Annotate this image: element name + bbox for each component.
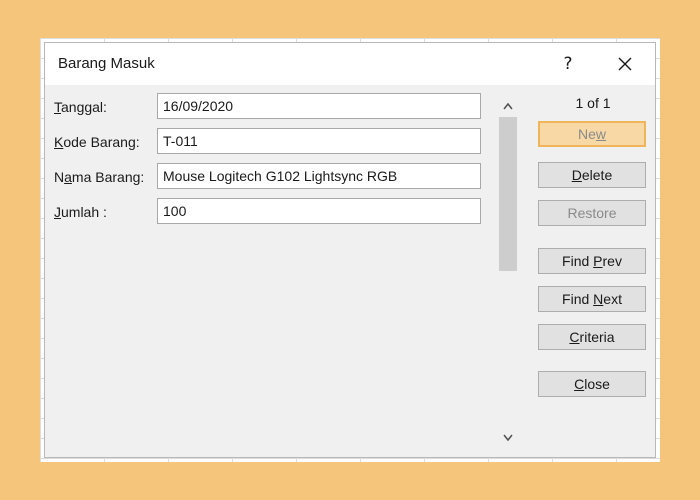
jumlah-label-mnemonic: J (54, 204, 61, 220)
criteria-button[interactable]: Criteria (538, 324, 646, 350)
nama-barang-label: Nama Barang: (54, 169, 144, 185)
find-prev-button-text-end: rev (602, 253, 622, 269)
nama-barang-field[interactable]: Mouse Logitech G102 Lightsync RGB (157, 163, 481, 189)
chevron-down-icon[interactable] (497, 429, 519, 447)
scroll-thumb[interactable] (499, 117, 517, 271)
find-prev-button-text: Find (562, 253, 594, 269)
nama-barang-label-prefix: N (54, 169, 65, 185)
delete-button-text: elete (581, 167, 613, 183)
tanggal-label: Tanggal: (54, 99, 107, 115)
kode-barang-label: Kode Barang: (54, 134, 140, 150)
tanggal-label-text: anggal: (61, 99, 107, 115)
jumlah-label-text: umlah : (61, 204, 107, 220)
new-button-text: Ne (577, 126, 596, 142)
nama-barang-label-mnemonic: a (64, 169, 72, 185)
find-next-button-mnemonic: N (593, 291, 604, 307)
tanggal-field[interactable]: 16/09/2020 (157, 93, 481, 119)
find-prev-button-mnemonic: P (593, 253, 603, 269)
close-icon[interactable] (605, 49, 645, 79)
close-button-mnemonic: C (574, 376, 585, 392)
close-button[interactable]: Close (538, 371, 646, 397)
close-button-text: lose (584, 376, 610, 392)
kode-barang-field[interactable]: T-011 (157, 128, 481, 154)
data-form-dialog: Barang Masuk ? Tanggal: 16/09/2020 Kode … (44, 42, 656, 458)
title-bar: Barang Masuk ? (45, 43, 655, 85)
restore-button-text: Restore (567, 205, 617, 221)
record-scrollbar[interactable] (497, 95, 519, 449)
find-next-button[interactable]: Find Next (538, 286, 646, 312)
help-icon[interactable]: ? (555, 49, 581, 79)
kode-barang-label-text: ode Barang: (63, 134, 140, 150)
delete-button[interactable]: Delete (538, 162, 646, 188)
delete-button-mnemonic: D (571, 167, 582, 183)
jumlah-label: Jumlah : (54, 204, 107, 220)
find-next-button-text: Find (562, 291, 594, 307)
criteria-button-mnemonic: C (569, 329, 580, 345)
new-button-mnemonic: w (595, 126, 607, 142)
nama-barang-label-text: ma Barang: (71, 169, 145, 185)
tanggal-label-mnemonic: T (54, 99, 61, 115)
chevron-up-icon[interactable] (497, 97, 519, 115)
find-next-button-text-end: ext (603, 291, 622, 307)
find-prev-button[interactable]: Find Prev (538, 248, 646, 274)
criteria-button-text: riteria (579, 329, 615, 345)
record-counter: 1 of 1 (575, 95, 611, 111)
new-button[interactable]: New (538, 121, 646, 147)
jumlah-field[interactable]: 100 (157, 198, 481, 224)
dialog-title: Barang Masuk (58, 55, 155, 72)
kode-barang-label-mnemonic: K (54, 134, 64, 150)
restore-button[interactable]: Restore (538, 200, 646, 226)
